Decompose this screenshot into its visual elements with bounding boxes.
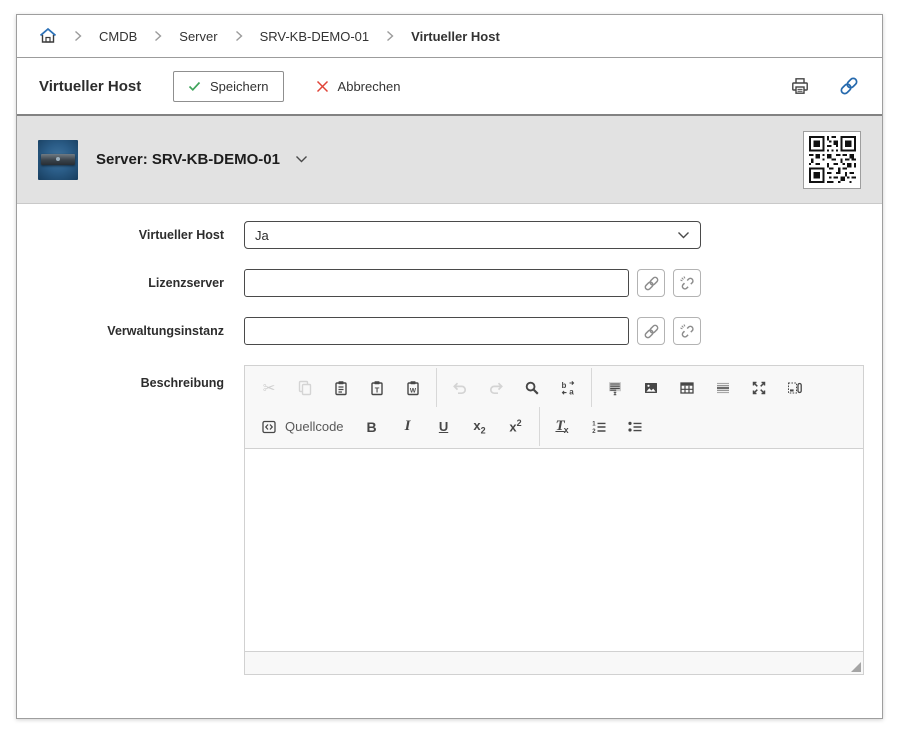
field-label: Verwaltungsinstanz — [17, 324, 224, 338]
breadcrumb-separator-icon — [386, 30, 394, 42]
object-banner: Server: SRV-KB-DEMO-01 — [17, 114, 882, 204]
svg-text:1: 1 — [592, 421, 596, 427]
breadcrumb-separator-icon — [74, 30, 82, 42]
remove-format-icon[interactable]: Tx — [545, 411, 581, 443]
breadcrumb-item-server[interactable]: Server — [179, 29, 217, 44]
save-button-label: Speichern — [210, 79, 269, 94]
field-row-virtueller-host: Virtueller Host Ja — [17, 221, 864, 249]
unlink-icon[interactable] — [673, 269, 701, 297]
find-icon[interactable] — [514, 372, 550, 404]
table-icon[interactable] — [669, 372, 705, 404]
field-row-verwaltungsinstanz: Verwaltungsinstanz — [17, 317, 864, 345]
svg-text:a: a — [569, 387, 574, 396]
numbered-list-icon[interactable]: 1 2 — [581, 411, 617, 443]
select-all-icon[interactable] — [597, 372, 633, 404]
link-icon[interactable] — [637, 317, 665, 345]
breadcrumb-item-object[interactable]: SRV-KB-DEMO-01 — [260, 29, 370, 44]
show-blocks-icon[interactable] — [777, 372, 813, 404]
field-label: Lizenzserver — [17, 276, 224, 290]
print-icon[interactable] — [790, 76, 810, 96]
source-button[interactable]: Quellcode — [251, 411, 354, 443]
resize-handle-icon[interactable] — [851, 662, 861, 672]
server-image — [38, 140, 78, 180]
editor-content[interactable] — [245, 449, 863, 651]
superscript-icon[interactable]: x2 — [498, 411, 534, 443]
italic-icon[interactable]: I — [390, 411, 426, 443]
svg-text:2: 2 — [592, 429, 596, 435]
svg-text:T: T — [375, 385, 380, 394]
field-row-lizenzserver: Lizenzserver — [17, 269, 864, 297]
bold-icon[interactable]: B — [354, 411, 390, 443]
content-panel: CMDB Server SRV-KB-DEMO-01 Virtueller Ho… — [16, 14, 883, 719]
bullet-list-icon[interactable] — [617, 411, 653, 443]
field-label: Virtueller Host — [17, 228, 224, 242]
virtueller-host-select[interactable]: Ja — [244, 221, 701, 249]
check-icon — [188, 81, 201, 92]
home-icon[interactable] — [39, 27, 57, 45]
chevron-down-icon[interactable] — [295, 155, 308, 164]
page-title: Virtueller Host — [39, 78, 157, 95]
paste-word-icon[interactable]: W — [395, 372, 431, 404]
editor-toolbar: ✂ — [245, 366, 863, 449]
svg-text:b: b — [562, 381, 567, 390]
toolbar-separator — [539, 407, 540, 446]
select-value: Ja — [255, 228, 269, 243]
form: Virtueller Host Ja Lizenzserver — [17, 204, 882, 675]
x-icon — [316, 80, 329, 93]
page-header: Virtueller Host Speichern Abbrechen — [17, 58, 882, 114]
permalink-icon[interactable] — [838, 75, 860, 97]
link-icon[interactable] — [637, 269, 665, 297]
breadcrumb-item-current: Virtueller Host — [411, 29, 500, 44]
save-button[interactable]: Speichern — [173, 71, 284, 102]
copy-icon[interactable] — [287, 372, 323, 404]
unlink-icon[interactable] — [673, 317, 701, 345]
underline-icon[interactable]: U — [426, 411, 462, 443]
editor-statusbar — [245, 651, 863, 674]
breadcrumb: CMDB Server SRV-KB-DEMO-01 Virtueller Ho… — [17, 15, 882, 58]
breadcrumb-separator-icon — [154, 30, 162, 42]
cut-icon[interactable]: ✂ — [251, 372, 287, 404]
paste-text-icon[interactable]: T — [359, 372, 395, 404]
lizenzserver-input[interactable] — [244, 269, 629, 297]
verwaltungsinstanz-input[interactable] — [244, 317, 629, 345]
svg-text:W: W — [410, 387, 417, 394]
breadcrumb-item-cmdb[interactable]: CMDB — [99, 29, 137, 44]
toolbar-row-1: ✂ — [251, 368, 857, 407]
source-label: Quellcode — [285, 419, 344, 434]
replace-icon[interactable]: b a — [550, 372, 586, 404]
source-icon — [261, 419, 277, 435]
field-row-beschreibung: Beschreibung ✂ — [17, 365, 864, 675]
object-title: Server: SRV-KB-DEMO-01 — [96, 151, 280, 168]
maximize-icon[interactable] — [741, 372, 777, 404]
richtext-editor: ✂ — [244, 365, 864, 675]
cancel-button[interactable]: Abbrechen — [302, 71, 415, 102]
toolbar-separator — [436, 368, 437, 407]
paste-icon[interactable] — [323, 372, 359, 404]
cancel-button-label: Abbrechen — [338, 79, 401, 94]
image-icon[interactable] — [633, 372, 669, 404]
field-label: Beschreibung — [17, 365, 224, 390]
horizontal-rule-icon[interactable] — [705, 372, 741, 404]
breadcrumb-separator-icon — [235, 30, 243, 42]
toolbar-row-2: Quellcode B I U x2 x2 Tx 1 2 — [251, 407, 857, 446]
undo-icon[interactable] — [442, 372, 478, 404]
chevron-down-icon — [677, 231, 690, 240]
redo-icon[interactable] — [478, 372, 514, 404]
subscript-icon[interactable]: x2 — [462, 411, 498, 443]
qr-code — [803, 131, 861, 189]
toolbar-separator — [591, 368, 592, 407]
